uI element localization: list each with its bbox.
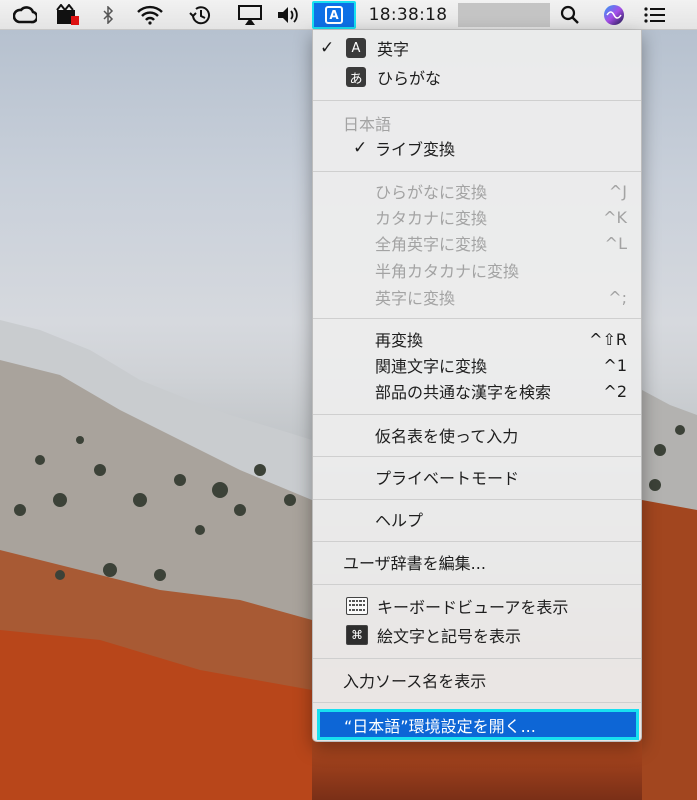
menu-item-label: “日本語”環境設定を開く... bbox=[344, 716, 536, 736]
menu-separator bbox=[313, 171, 641, 172]
input-mode-label: A bbox=[325, 6, 343, 24]
shortcut-label: ^K bbox=[603, 207, 627, 227]
menu-item-label: 再変換 bbox=[375, 331, 424, 350]
camera-slate-icon[interactable] bbox=[52, 0, 84, 30]
menu-separator bbox=[313, 414, 641, 415]
menu-item-label: 部品の共通な漢字を検索 bbox=[375, 383, 552, 402]
blurred-menubar-item bbox=[458, 3, 550, 27]
menu-item-label: 全角英字に変換 bbox=[375, 235, 488, 254]
menu-item-label: 関連文字に変換 bbox=[375, 357, 488, 376]
checkmark-icon: ✓ bbox=[320, 38, 335, 58]
menu-item-label: 英字に変換 bbox=[375, 289, 456, 308]
shortcut-label: ^⇧R bbox=[589, 329, 627, 349]
menu-item-label: ユーザ辞書を編集... bbox=[343, 554, 486, 573]
menu-bar: A 18:38:18 bbox=[0, 0, 697, 30]
shortcut-label: ^J bbox=[608, 181, 627, 201]
menu-item-hiragana[interactable]: あ ひらがな bbox=[313, 64, 641, 90]
volume-icon[interactable] bbox=[274, 0, 304, 30]
notification-center-icon[interactable] bbox=[640, 0, 670, 30]
menu-separator bbox=[313, 702, 641, 703]
menu-item-to-hiragana: ひらがなに変換 ^J bbox=[313, 178, 641, 204]
menu-item-label: 英字 bbox=[377, 40, 410, 59]
menu-item-open-preferences[interactable]: “日本語”環境設定を開く... bbox=[317, 709, 639, 740]
checkmark-icon: ✓ bbox=[353, 138, 368, 158]
time-machine-icon[interactable] bbox=[183, 0, 217, 30]
menu-item-label: ひらがなに変換 bbox=[375, 183, 488, 202]
menu-item-kana-table[interactable]: 仮名表を使って入力 bbox=[313, 422, 641, 448]
menu-item-edit-user-dictionary[interactable]: ユーザ辞書を編集... bbox=[313, 549, 641, 575]
spotlight-search-icon[interactable] bbox=[556, 0, 584, 30]
menu-item-label: ヘルプ bbox=[375, 511, 424, 530]
menu-item-search-kanji-parts[interactable]: 部品の共通な漢字を検索 ^2 bbox=[313, 378, 641, 404]
menu-item-eiji[interactable]: ✓ A 英字 bbox=[313, 35, 641, 61]
menu-separator bbox=[313, 541, 641, 542]
shortcut-label: ^L bbox=[604, 233, 627, 253]
menu-item-label: 半角カタカナに変換 bbox=[375, 262, 520, 281]
shortcut-label: ^; bbox=[608, 287, 627, 307]
eiji-input-icon: A bbox=[346, 38, 366, 58]
shortcut-label: ^2 bbox=[603, 381, 627, 401]
menu-item-show-source-name[interactable]: 入力ソース名を表示 bbox=[313, 667, 641, 693]
menu-separator bbox=[313, 499, 641, 500]
keyboard-viewer-icon bbox=[346, 597, 368, 615]
menu-item-to-fullwidth: 全角英字に変換 ^L bbox=[313, 230, 641, 256]
menu-item-label: 仮名表を使って入力 bbox=[375, 427, 519, 446]
input-source-menu: ✓ A 英字 あ ひらがな 日本語 ✓ ライブ変換 ひらがなに変換 ^J カタカ… bbox=[312, 30, 642, 742]
menu-item-label: プライベートモード bbox=[375, 469, 520, 488]
menu-item-label: ライブ変換 bbox=[375, 140, 456, 159]
menu-item-to-halfwidth-katakana: 半角カタカナに変換 bbox=[313, 257, 641, 283]
menu-separator bbox=[313, 584, 641, 585]
emoji-symbols-icon: ⌘ bbox=[346, 625, 368, 645]
menu-separator bbox=[313, 456, 641, 457]
menu-item-help[interactable]: ヘルプ bbox=[313, 506, 641, 532]
menu-item-private-mode[interactable]: プライベートモード bbox=[313, 464, 641, 490]
section-header-label: 日本語 bbox=[343, 115, 392, 134]
menu-item-label: 絵文字と記号を表示 bbox=[377, 627, 522, 646]
menu-item-to-eiji: 英字に変換 ^; bbox=[313, 284, 641, 310]
creative-cloud-icon[interactable] bbox=[10, 0, 40, 30]
airplay-icon[interactable] bbox=[233, 0, 267, 30]
menu-item-label: キーボードビューアを表示 bbox=[377, 598, 569, 617]
menu-separator bbox=[313, 318, 641, 319]
menu-item-emoji-symbols[interactable]: ⌘ 絵文字と記号を表示 bbox=[313, 622, 641, 648]
menu-separator bbox=[313, 658, 641, 659]
menu-item-label: 入力ソース名を表示 bbox=[343, 672, 487, 691]
siri-icon[interactable] bbox=[599, 0, 629, 30]
menu-item-keyboard-viewer[interactable]: キーボードビューアを表示 bbox=[313, 593, 641, 619]
hiragana-input-icon: あ bbox=[346, 67, 366, 87]
bluetooth-icon[interactable] bbox=[96, 0, 120, 30]
input-source-menu-icon[interactable]: A bbox=[312, 1, 356, 29]
menu-item-related-chars[interactable]: 関連文字に変換 ^1 bbox=[313, 352, 641, 378]
menu-item-label: ひらがな bbox=[377, 69, 442, 88]
menu-item-to-katakana: カタカナに変換 ^K bbox=[313, 204, 641, 230]
menu-item-label: カタカナに変換 bbox=[375, 209, 488, 228]
menu-item-live-conversion[interactable]: ✓ ライブ変換 bbox=[313, 135, 641, 161]
menu-separator bbox=[313, 100, 641, 101]
wifi-icon[interactable] bbox=[133, 0, 167, 30]
section-header-japanese: 日本語 bbox=[313, 110, 641, 136]
menubar-clock[interactable]: 18:38:18 bbox=[364, 0, 452, 30]
shortcut-label: ^1 bbox=[603, 355, 627, 375]
menu-item-reconvert[interactable]: 再変換 ^⇧R bbox=[313, 326, 641, 352]
